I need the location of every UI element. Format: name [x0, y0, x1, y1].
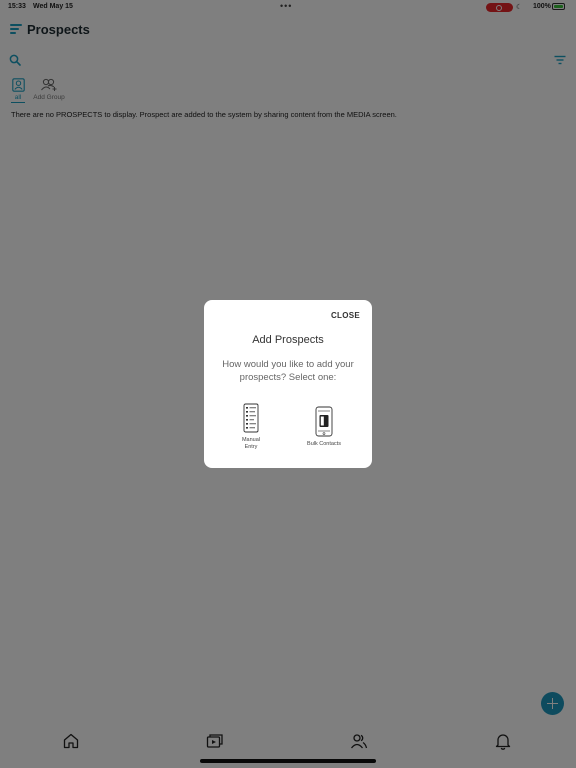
bulk-contacts-icon	[315, 406, 333, 437]
dialog-subtitle: How would you like to add your prospects…	[222, 359, 354, 383]
manual-entry-option[interactable]: Manual Entry	[232, 403, 270, 451]
add-prospects-dialog: CLOSE Add Prospects How would you like t…	[204, 300, 372, 468]
close-button[interactable]: CLOSE	[331, 311, 360, 320]
manual-entry-label-line1: Manual	[241, 437, 261, 443]
manual-entry-icon	[243, 403, 259, 433]
bulk-contacts-option[interactable]: Bulk Contacts	[300, 406, 348, 448]
dialog-title: Add Prospects	[252, 334, 324, 346]
bulk-contacts-label: Bulk Contacts	[307, 441, 341, 447]
manual-entry-label-line2: Entry	[244, 444, 258, 450]
